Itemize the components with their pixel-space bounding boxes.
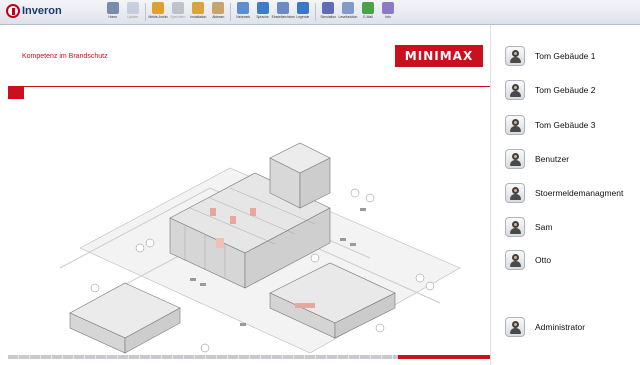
accent-square [8, 86, 24, 99]
divider-line [8, 86, 490, 87]
user-name-label: Otto [535, 255, 552, 265]
user-entry-admin[interactable]: Administrator [505, 316, 585, 338]
main-panel: Kompetenz im Brandschutz MINIMAX [0, 25, 490, 365]
toolbar-network-button[interactable]: Netzwerk [234, 1, 252, 23]
toolbar-label: Netzwerk [236, 15, 250, 19]
user-entry-3[interactable]: Tom Gebäude 3 [505, 114, 595, 136]
user-entry-2[interactable]: Tom Gebäude 2 [505, 79, 595, 101]
building-illustration [59, 142, 461, 354]
user-sidebar: Tom Gebäude 1 Tom Gebäude 2 Tom Gebäude 3 B… [490, 25, 640, 365]
user-avatar-icon[interactable] [505, 183, 525, 203]
toolbar-update-button[interactable]: Update [124, 1, 142, 23]
user-avatar-icon[interactable] [505, 115, 525, 135]
top-bar: Inveron Home Update Melde-Archiv Speichern I… [0, 0, 640, 25]
user-name-label: Administrator [535, 322, 586, 332]
user-avatar-icon[interactable] [505, 149, 525, 169]
toolbar-label: Melde-Archiv [148, 15, 168, 19]
user-avatar-icon[interactable] [505, 80, 525, 100]
read-function-icon [342, 2, 354, 14]
toolbar-save-button[interactable]: Speichern [169, 1, 187, 23]
toolbar-home-button[interactable]: Home [104, 1, 122, 23]
toolbar-separator [315, 3, 316, 21]
simulation-icon [322, 2, 334, 14]
toolbar-simulation-button[interactable]: Simulation [319, 1, 337, 23]
tagline: Kompetenz im Brandschutz [22, 53, 108, 60]
language-icon [257, 2, 269, 14]
home-icon [107, 2, 119, 14]
network-icon [237, 2, 249, 14]
save-icon [172, 2, 184, 14]
toolbar-label: Einstellarchiven [271, 15, 295, 19]
reading-icon [212, 2, 224, 14]
toolbar-separator [230, 3, 231, 21]
toolbar-label: Legende [296, 15, 310, 19]
app-logo-icon [6, 4, 20, 18]
info-icon [382, 2, 394, 14]
user-name-label: Sam [535, 222, 553, 232]
user-name-label: Tom Gebäude 2 [535, 85, 596, 95]
user-avatar-icon[interactable] [505, 217, 525, 237]
user-avatar-icon[interactable] [505, 250, 525, 270]
toolbar-read-function-button[interactable]: Lesefunktion [339, 1, 357, 23]
toolbar-archive-button[interactable]: Melde-Archiv [148, 1, 168, 23]
archive-icon [152, 2, 164, 14]
toolbar-label: Update [127, 15, 139, 19]
toolbar-language-button[interactable]: Sprache [254, 1, 272, 23]
user-name-label: Tom Gebäude 3 [535, 120, 596, 130]
toolbar-label: Info [385, 15, 391, 19]
user-name-label: Tom Gebäude 1 [535, 51, 596, 61]
email-icon [362, 2, 374, 14]
installation-icon [192, 2, 204, 14]
update-icon [127, 2, 139, 14]
toolbar-label: Lesefunktion [338, 15, 358, 19]
toolbar-label: Installation [190, 15, 206, 19]
toolbar-separator [145, 3, 146, 21]
user-avatar-icon[interactable] [505, 46, 525, 66]
user-entry-5[interactable]: Stoermeldemanagment [505, 182, 623, 204]
legend-icon [297, 2, 309, 14]
toolbar-label: Ablesen [211, 15, 225, 19]
toolbar: Home Update Melde-Archiv Speichern Installat… [104, 1, 399, 23]
user-name-label: Stoermeldemanagment [535, 188, 624, 198]
user-entry-1[interactable]: Tom Gebäude 1 [505, 45, 595, 67]
toolbar-legend-button[interactable]: Legende [294, 1, 312, 23]
toolbar-label: Simulation [320, 15, 336, 19]
user-avatar-icon[interactable] [505, 317, 525, 337]
user-entry-7[interactable]: Otto [505, 249, 551, 271]
app-title: Inveron [22, 5, 62, 17]
progress-fill [398, 355, 490, 359]
toolbar-label: Speichern [170, 15, 186, 19]
toolbar-info-button[interactable]: Info [379, 1, 397, 23]
toolbar-reading-button[interactable]: Ablesen [209, 1, 227, 23]
user-entry-6[interactable]: Sam [505, 216, 552, 238]
toolbar-label: Home [108, 15, 118, 19]
loading-progress-bar [8, 355, 490, 359]
toolbar-label: Sprache [256, 15, 270, 19]
toolbar-installation-button[interactable]: Installation [189, 1, 207, 23]
toolbar-email-button[interactable]: E-Mail [359, 1, 377, 23]
settings-archive-icon [277, 2, 289, 14]
user-entry-4[interactable]: Benutzer [505, 148, 569, 170]
toolbar-label: E-Mail [363, 15, 373, 19]
user-name-label: Benutzer [535, 154, 570, 164]
brand-logo: MINIMAX [395, 45, 483, 67]
toolbar-settings-archive-button[interactable]: Einstellarchiven [271, 1, 295, 23]
